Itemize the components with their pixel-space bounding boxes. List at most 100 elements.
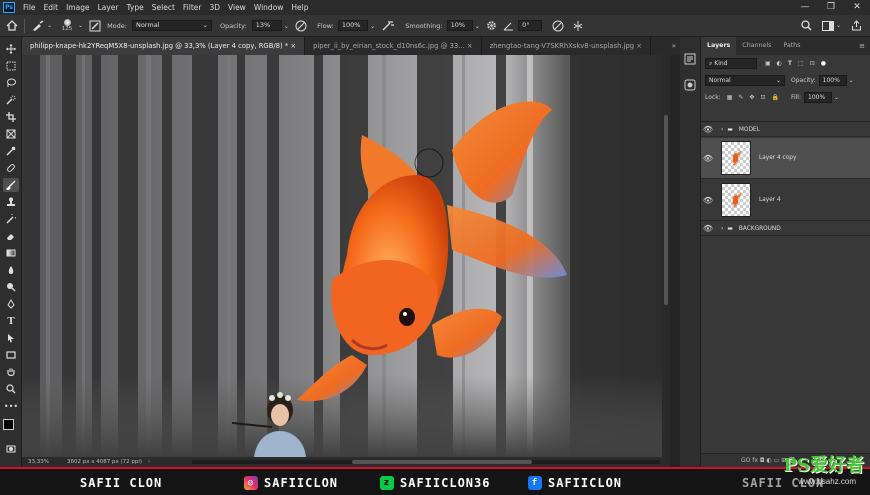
visibility-eye-icon[interactable]: 👁 — [701, 196, 715, 205]
tab-overflow-icon[interactable]: » — [672, 37, 680, 55]
quick-mask-icon[interactable] — [3, 442, 19, 456]
tab-channels[interactable]: Channels — [736, 37, 777, 55]
tab-close-icon[interactable]: × — [467, 42, 473, 50]
smoothing-field[interactable]: 10% — [446, 20, 473, 31]
lock-transparency-icon[interactable]: ▦ — [727, 94, 733, 101]
layer-group-background[interactable]: 👁 › ▬ BACKGROUND — [701, 222, 870, 236]
layer-group-model[interactable]: 👁 › ▬ MODEL — [701, 123, 870, 137]
brush-tool-preset-icon[interactable]: ⌄ — [31, 19, 52, 32]
properties-panel-icon[interactable] — [684, 53, 696, 67]
crop-tool-icon[interactable] — [3, 110, 19, 124]
dodge-tool-icon[interactable] — [3, 280, 19, 294]
menu-help[interactable]: Help — [287, 3, 312, 12]
path-selection-tool-icon[interactable] — [3, 331, 19, 345]
menu-select[interactable]: Select — [148, 3, 179, 12]
lock-all-icon[interactable]: 🔒 — [771, 94, 778, 101]
quick-select-tool-icon[interactable] — [3, 93, 19, 107]
fill-field[interactable]: 100% — [804, 92, 832, 103]
horizontal-scrollbar[interactable] — [192, 460, 660, 464]
layer-opacity-field[interactable]: 100% — [818, 75, 847, 86]
frame-tool-icon[interactable] — [3, 127, 19, 141]
scroll-thumb[interactable] — [664, 115, 668, 305]
eyedropper-tool-icon[interactable] — [3, 144, 19, 158]
zoom-level[interactable]: 33,33% — [28, 459, 49, 465]
vertical-scrollbar[interactable] — [662, 55, 670, 457]
shape-filter-icon[interactable]: ⬚ — [798, 60, 804, 67]
visibility-eye-icon[interactable]: 👁 — [701, 224, 715, 233]
hscroll-thumb[interactable] — [352, 460, 532, 464]
blur-tool-icon[interactable] — [3, 263, 19, 277]
foreground-color-swatch[interactable] — [3, 419, 14, 430]
filter-toggle-icon[interactable]: ● — [821, 60, 826, 67]
mode-dropdown[interactable]: Normal ⌄ — [131, 20, 212, 31]
marquee-tool-icon[interactable] — [3, 59, 19, 73]
gradient-tool-icon[interactable] — [3, 246, 19, 260]
brush-settings-panel-icon[interactable] — [89, 20, 101, 32]
eraser-tool-icon[interactable] — [3, 229, 19, 243]
brush-size-picker[interactable]: 125 — [58, 19, 76, 32]
menu-type[interactable]: Type — [123, 3, 148, 12]
tab-piper[interactable]: piper_ii_by_eirian_stock_d10ns6c.jpg @ 3… — [305, 37, 482, 55]
menu-view[interactable]: View — [224, 3, 250, 12]
lock-pixels-icon[interactable]: ✎ — [738, 94, 743, 101]
visibility-eye-icon[interactable]: 👁 — [701, 125, 715, 134]
restore-button[interactable]: ❐ — [818, 0, 844, 15]
more-tools-icon[interactable]: ••• — [3, 399, 19, 413]
workspace-icon[interactable]: ⌄ — [821, 20, 841, 31]
panel-menu-icon[interactable]: ≡ — [859, 37, 870, 55]
tab-layers[interactable]: Layers — [701, 37, 737, 55]
close-button[interactable]: ✕ — [844, 0, 870, 15]
clone-stamp-tool-icon[interactable] — [3, 195, 19, 209]
home-icon[interactable] — [6, 20, 18, 31]
tab-close-icon[interactable]: × — [636, 42, 642, 50]
menu-window[interactable]: Window — [250, 3, 288, 12]
tab-close-icon[interactable]: × — [290, 42, 296, 50]
menu-image[interactable]: Image — [62, 3, 94, 12]
opacity-field[interactable]: 13% — [251, 20, 282, 31]
layer-row-layer-4[interactable]: 👁 Layer 4 — [701, 180, 870, 221]
healing-brush-tool-icon[interactable] — [3, 161, 19, 175]
expand-chevron-icon[interactable]: › — [721, 126, 723, 133]
angle-field[interactable]: 0° — [518, 20, 543, 31]
minimize-button[interactable]: — — [792, 0, 818, 15]
blend-mode-dropdown[interactable]: Normal ⌄ — [705, 75, 785, 86]
type-tool-icon[interactable]: T — [3, 314, 19, 328]
search-icon[interactable] — [801, 20, 812, 31]
share-icon[interactable] — [851, 20, 862, 31]
tab-philipp-knape[interactable]: philipp-knape-hk2YReqM5X8-unsplash.jpg @… — [22, 37, 306, 55]
menu-layer[interactable]: Layer — [94, 3, 123, 12]
move-tool-icon[interactable] — [3, 42, 19, 56]
hand-tool-icon[interactable] — [3, 365, 19, 379]
kind-filter-dropdown[interactable]: ⌕ Kind — [705, 58, 757, 69]
lock-artboard-icon[interactable]: ⊡ — [760, 94, 765, 101]
lock-position-icon[interactable]: ✥ — [749, 94, 754, 101]
type-filter-icon[interactable]: T — [788, 60, 792, 67]
menu-file[interactable]: File — [19, 3, 40, 12]
brush-tool-icon[interactable] — [3, 178, 19, 192]
pressure-size-icon[interactable] — [552, 20, 564, 32]
menu-3d[interactable]: 3D — [205, 3, 224, 12]
menu-edit[interactable]: Edit — [40, 3, 63, 12]
adjustments-panel-icon[interactable] — [684, 79, 696, 93]
status-menu-icon[interactable]: › — [148, 459, 150, 465]
history-brush-tool-icon[interactable] — [3, 212, 19, 226]
menu-filter[interactable]: Filter — [179, 3, 206, 12]
airbrush-icon[interactable] — [381, 20, 395, 32]
layer-row-layer-4-copy[interactable]: 👁 Layer 4 copy — [701, 138, 870, 179]
gear-icon[interactable] — [486, 20, 497, 31]
rectangle-tool-icon[interactable] — [3, 348, 19, 362]
adjustment-filter-icon[interactable]: ◐ — [777, 60, 782, 67]
pen-tool-icon[interactable] — [3, 297, 19, 311]
symmetry-icon[interactable] — [572, 20, 584, 32]
smart-object-filter-icon[interactable]: ⊡ — [810, 60, 815, 67]
flow-field[interactable]: 100% — [337, 20, 368, 31]
tab-zhengtao-tang[interactable]: zhengtao-tang-V7SKRhXskv8-unsplash.jpg × — [482, 37, 651, 55]
pixel-filter-icon[interactable]: ▣ — [765, 60, 771, 67]
lasso-tool-icon[interactable] — [3, 76, 19, 90]
visibility-eye-icon[interactable]: 👁 — [701, 154, 715, 163]
document-canvas[interactable] — [22, 55, 662, 457]
tab-paths[interactable]: Paths — [777, 37, 806, 55]
expand-chevron-icon[interactable]: › — [721, 225, 723, 232]
zoom-tool-icon[interactable] — [3, 382, 19, 396]
pressure-opacity-icon[interactable] — [295, 20, 307, 32]
